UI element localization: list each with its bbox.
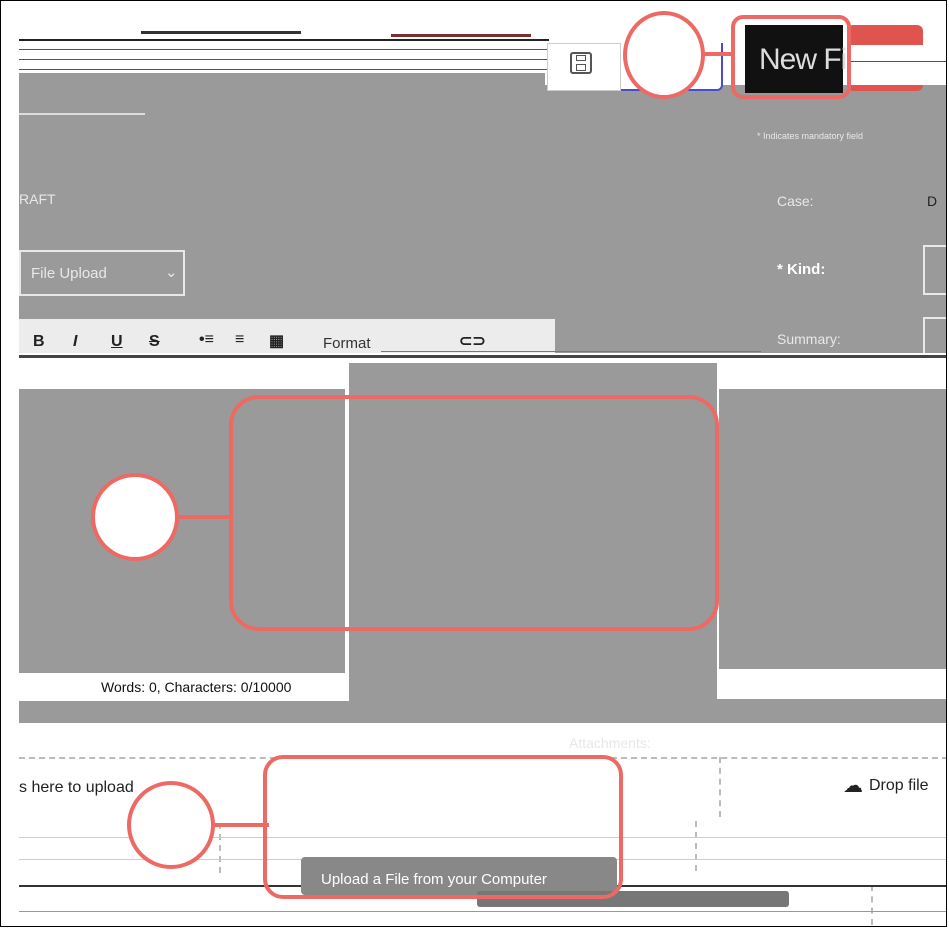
callout-highlight-editor [229, 395, 719, 631]
bold-button[interactable]: B [33, 333, 45, 351]
header-rule-5 [141, 31, 301, 34]
overlay-top [19, 85, 946, 355]
glitch-rule [19, 355, 946, 358]
underline-button[interactable]: U [111, 333, 123, 351]
kind-label: * Kind: [777, 261, 826, 278]
header-rule-4 [19, 69, 549, 70]
type-select-value: File Upload [31, 265, 107, 282]
bullet-list-icon[interactable]: •≡ [199, 331, 214, 349]
callout-marker-2 [91, 473, 179, 561]
table-icon[interactable]: ▦ [269, 331, 284, 351]
right-panel-body [719, 389, 946, 669]
editor-counter: Words: 0, Characters: 0/10000 [101, 679, 292, 695]
section-divider [19, 113, 145, 115]
dropzone-border-far [871, 885, 873, 925]
case-label: Case: [777, 193, 814, 209]
numbered-list-icon[interactable]: ≡ [235, 331, 244, 349]
save-button[interactable] [547, 43, 621, 91]
dropzone-border-mid [695, 821, 697, 871]
cloud-upload-icon: ☁ [843, 775, 863, 797]
chevron-down-icon: ⌄ [165, 264, 178, 281]
screenshot-frame: New File RAFT File Upload ⌄ B I U S •≡ ≡… [0, 0, 947, 927]
italic-button[interactable]: I [73, 333, 77, 351]
right-panel [717, 363, 946, 699]
header-rule-3 [19, 59, 549, 60]
dropzone-text-right: Drop file [869, 777, 929, 794]
link-icon[interactable]: ⊂⊃ [459, 331, 486, 351]
attachments-label: Attachments: [569, 735, 651, 751]
dropzone-text-left: s here to upload [19, 779, 134, 796]
type-select[interactable]: File Upload ⌄ [19, 250, 185, 296]
header-right-strip [847, 45, 946, 85]
callout-marker-1 [623, 11, 705, 99]
callout-highlight-new-button [731, 15, 851, 99]
header-rule [19, 39, 549, 41]
callout-connector-2 [177, 515, 233, 519]
format-dropdown[interactable]: Format [323, 335, 371, 352]
attach-rule-4 [19, 911, 946, 912]
kind-select[interactable] [923, 245, 946, 295]
glitch-rule-2 [381, 351, 761, 352]
save-icon [570, 52, 592, 74]
callout-connector-3 [213, 823, 269, 827]
editor-toolbar: B I U S •≡ ≡ ▦ Format ⊂⊃ [19, 319, 555, 355]
overlay-top-left [19, 73, 545, 87]
callout-highlight-upload [263, 755, 623, 899]
status-text: RAFT [19, 191, 56, 207]
callout-marker-3 [127, 781, 215, 869]
attachments-count: 0 of 1 Attachments [719, 725, 844, 742]
dropzone-border-right [719, 757, 721, 817]
case-value: D [927, 193, 938, 209]
header-rule-2 [19, 49, 549, 50]
header-rule-6 [391, 34, 531, 37]
summary-field[interactable] [923, 317, 946, 357]
summary-label: Summary: [777, 331, 841, 347]
dropzone-border-left-2 [219, 823, 221, 873]
header-right-rule [847, 61, 946, 62]
strike-button[interactable]: S [149, 333, 160, 351]
mandatory-note: * Indicates mandatory field [757, 131, 864, 141]
